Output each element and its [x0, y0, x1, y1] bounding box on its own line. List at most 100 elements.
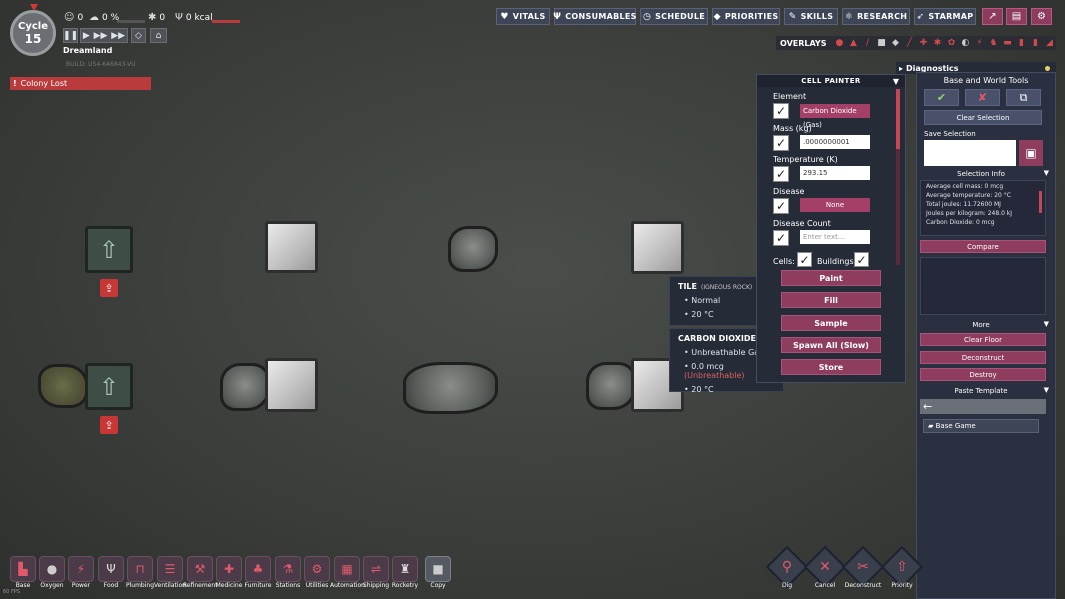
colony-lost-alert[interactable]: ! Colony Lost	[10, 77, 151, 90]
power-overlay-icon[interactable]: ▲	[848, 38, 858, 48]
reports-button[interactable]: ↗	[982, 8, 1003, 25]
rock-chunk[interactable]	[403, 362, 498, 414]
sandbox-button[interactable]: ◇	[131, 28, 146, 43]
disease-checkbox[interactable]: ✓	[773, 198, 789, 214]
tile-block[interactable]	[265, 358, 318, 412]
codex-button[interactable]: ▤	[1006, 8, 1027, 25]
save-selection-input[interactable]	[924, 140, 1016, 166]
build-refinement-button[interactable]: ⚒	[187, 556, 213, 582]
dig-tool-button[interactable]: ⚲	[772, 556, 802, 578]
select-tool-button[interactable]: ✔	[924, 89, 959, 106]
farming-overlay-icon[interactable]: ✿	[946, 38, 956, 48]
priority-tool-button[interactable]: ⇧	[887, 556, 917, 578]
algae-chunk[interactable]	[38, 364, 88, 408]
build-plumbing-button[interactable]: ⊓	[127, 556, 153, 582]
mass-checkbox[interactable]: ✓	[773, 135, 789, 151]
disease-count-checkbox[interactable]: ✓	[773, 230, 789, 246]
build-power-button[interactable]: ⚡	[68, 556, 94, 582]
buildings-checkbox[interactable]: ✓	[854, 252, 869, 267]
element-checkbox[interactable]: ✓	[773, 103, 789, 119]
stress-indicator[interactable]: ☁ 0 %	[89, 12, 119, 23]
build-rocketry-button[interactable]: ♜	[392, 556, 418, 582]
template-item[interactable]: ▰ Base Game	[923, 419, 1039, 433]
pump-output-icon[interactable]: ⇪	[100, 416, 118, 434]
build-oxygen-button[interactable]: ●	[39, 556, 65, 582]
copy-tool-button[interactable]: ⧉	[1006, 89, 1041, 106]
build-stations-button[interactable]: ⚗	[275, 556, 301, 582]
exosuit-overlay-icon[interactable]: ◐	[960, 38, 970, 48]
collapse-icon[interactable]: ▼	[1044, 320, 1049, 328]
paint-button[interactable]: Paint	[781, 270, 881, 286]
starmap-button[interactable]: ➶ STARMAP	[914, 8, 976, 25]
consumables-button[interactable]: Ψ CONSUMABLES	[553, 8, 636, 25]
rock-chunk[interactable]	[448, 226, 498, 272]
store-button[interactable]: Store	[781, 359, 881, 375]
clear-floor-button[interactable]: Clear Floor	[920, 333, 1046, 346]
plumbing-overlay-icon[interactable]: ╱	[904, 38, 914, 48]
materials-overlay-icon[interactable]: ■	[876, 38, 886, 48]
destroy-button[interactable]: Destroy	[920, 368, 1046, 381]
room-overlay-icon[interactable]: ▬	[1002, 38, 1012, 48]
info-scrollbar[interactable]	[1039, 191, 1042, 213]
painter-scrollbar[interactable]	[896, 89, 900, 265]
camera-button[interactable]: ⌂	[150, 28, 167, 43]
deconstruct-button[interactable]: Deconstruct	[920, 351, 1046, 364]
clear-selection-button[interactable]: Clear Selection	[924, 110, 1042, 125]
food-indicator[interactable]: Ψ 0 kcal	[175, 12, 213, 23]
back-button[interactable]: ←	[920, 399, 1046, 414]
cancel-tool-button[interactable]: ✕	[810, 556, 840, 578]
suit-overlay-icon[interactable]: ▮	[1030, 38, 1040, 48]
compare-button[interactable]: Compare	[920, 240, 1046, 253]
heat-overlay-icon[interactable]: ◢	[1044, 38, 1054, 48]
disease-field[interactable]: None	[800, 198, 870, 212]
research-button[interactable]: ⚛ RESEARCH	[842, 8, 910, 25]
deconstruct-tool-button[interactable]: ✂	[848, 556, 878, 578]
pump-output-icon[interactable]: ⇪	[100, 279, 118, 297]
oxygen-overlay-icon[interactable]: ●	[834, 38, 844, 48]
build-food-button[interactable]: Ψ	[98, 556, 124, 582]
cycle-counter[interactable]: Cycle 15	[10, 10, 56, 56]
build-furniture-button[interactable]: ♣	[245, 556, 271, 582]
skills-button[interactable]: ✎ SKILLS	[784, 8, 838, 25]
build-shipping-button[interactable]: ⇌	[363, 556, 389, 582]
collapse-icon[interactable]: ▼	[893, 77, 899, 86]
collapse-icon[interactable]: ▼	[1044, 169, 1049, 177]
options-button[interactable]: ⚙	[1031, 8, 1052, 25]
element-field[interactable]: Carbon Dioxide (Gas)	[800, 104, 870, 129]
germ-overlay-icon[interactable]: ✱	[932, 38, 942, 48]
sample-button[interactable]: Sample	[781, 315, 881, 331]
rock-chunk[interactable]	[586, 362, 636, 410]
light-overlay-icon[interactable]: ◆	[890, 38, 900, 48]
build-utilities-button[interactable]: ⚙	[304, 556, 330, 582]
conveyor-overlay-icon[interactable]: ♞	[988, 38, 998, 48]
temperature-field[interactable]: 293.15	[800, 166, 870, 180]
pause-button[interactable]: ❚❚	[63, 28, 78, 43]
mass-field[interactable]: .0000000001	[800, 135, 870, 149]
temperature-checkbox[interactable]: ✓	[773, 166, 789, 182]
decor-overlay-icon[interactable]: ✚	[918, 38, 928, 48]
spawn-all-button[interactable]: Spawn All (Slow)	[781, 337, 881, 353]
build-automation-button[interactable]: ▦	[334, 556, 360, 582]
tile-block[interactable]	[265, 221, 318, 273]
pump-building[interactable]: ⇧	[85, 363, 133, 410]
build-base-button[interactable]: ▙	[10, 556, 36, 582]
speed-buttons[interactable]: ▶ ▶▶ ▶▶	[80, 28, 128, 43]
build-copy-button[interactable]: ■	[425, 556, 451, 582]
collapse-icon[interactable]: ▼	[1044, 386, 1049, 394]
save-button[interactable]: ▣	[1019, 140, 1043, 166]
schedule-button[interactable]: ◷ SCHEDULE	[640, 8, 708, 25]
radiation-overlay-icon[interactable]: ▮	[1016, 38, 1026, 48]
automation-overlay-icon[interactable]: ⚡	[974, 38, 984, 48]
build-ventilation-button[interactable]: ☰	[157, 556, 183, 582]
germ-indicator[interactable]: ✱ 0	[148, 12, 165, 23]
tile-block[interactable]	[631, 221, 684, 274]
rock-chunk[interactable]	[220, 363, 270, 411]
disease-count-field[interactable]: Enter text...	[800, 230, 870, 244]
priorities-button[interactable]: ◆ PRIORITIES	[712, 8, 780, 25]
deselect-tool-button[interactable]: ✘	[965, 89, 1000, 106]
pump-building[interactable]: ⇧	[85, 226, 133, 273]
build-medicine-button[interactable]: ✚	[216, 556, 242, 582]
temperature-overlay-icon[interactable]: /	[862, 38, 872, 48]
fill-button[interactable]: Fill	[781, 292, 881, 308]
cells-checkbox[interactable]: ✓	[797, 252, 812, 267]
